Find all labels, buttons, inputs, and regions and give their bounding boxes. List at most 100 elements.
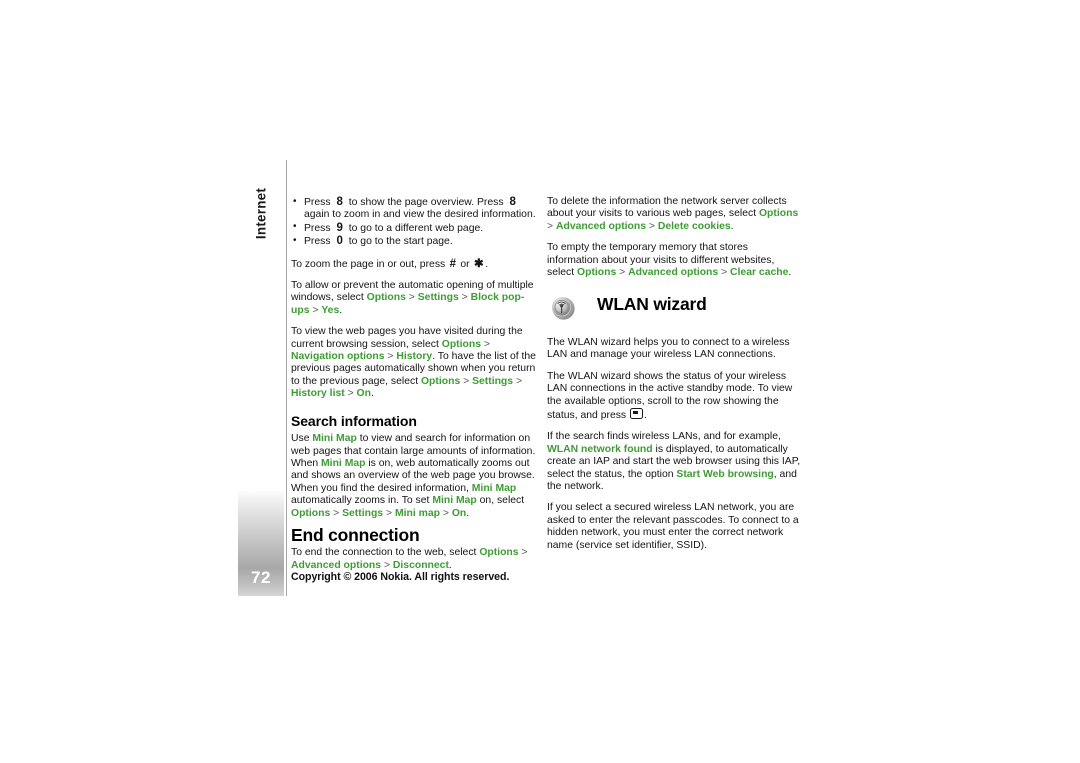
keypad-key-hash: # <box>449 257 457 270</box>
keypad-key-9: 9 <box>336 221 343 234</box>
ui-settings: Settings <box>342 507 384 519</box>
history-text-3: . <box>370 388 374 400</box>
end-connection-paragraph: To end the connection to the web, select… <box>291 547 539 572</box>
popups-text-2: . <box>339 304 343 316</box>
ui-on: On <box>356 388 371 400</box>
wlan-intro-paragraph: The WLAN wizard helps you to connect to … <box>547 337 790 361</box>
cache-text-2: . <box>788 267 792 279</box>
ui-options: Options <box>420 375 461 387</box>
ui-navigation-options: Navigation options <box>291 351 385 363</box>
search-paragraph: Use Mini Map to view and search for info… <box>291 433 539 520</box>
ui-start-web-browsing: Start Web browsing <box>676 468 774 480</box>
search-text-5: on, select <box>476 495 525 507</box>
page-number: 72 <box>251 568 271 587</box>
ui-options: Options <box>758 208 799 220</box>
ui-advanced-options: Advanced options <box>555 220 647 232</box>
wlan-wizard-section-header: WLAN wizard <box>547 292 801 326</box>
history-paragraph: To view the web pages you have visited d… <box>291 326 539 400</box>
right-text-column: To delete the information the network se… <box>547 196 801 288</box>
separator: > <box>646 220 658 232</box>
separator: > <box>547 220 556 232</box>
ui-on: On <box>451 507 467 519</box>
bullet-2-mid: to go to a different web page. <box>348 222 484 234</box>
separator: > <box>439 507 452 519</box>
popups-paragraph: To allow or prevent the automatic openin… <box>291 280 539 317</box>
cookies-text-1: To delete the information the network se… <box>547 196 787 220</box>
separator: > <box>480 338 490 350</box>
separator: > <box>309 304 322 316</box>
separator: > <box>330 507 343 519</box>
ui-mini-map: Mini Map <box>471 482 517 494</box>
search-text-6: . <box>466 507 470 519</box>
end-text-1: To end the connection to the web, select <box>291 547 480 559</box>
separator: > <box>405 292 418 304</box>
cache-paragraph: To empty the temporary memory that store… <box>547 242 801 279</box>
ui-yes: Yes <box>321 304 340 316</box>
wlan-status-text-2: . <box>644 410 647 422</box>
heading-end-connection: End connection <box>291 524 420 545</box>
wlan-secured-paragraph: If you select a secured wireless LAN net… <box>547 502 799 551</box>
separator: > <box>718 267 731 279</box>
ui-delete-cookies: Delete cookies <box>657 220 731 232</box>
list-item: Press 9 to go to a different web page. <box>291 221 539 235</box>
left-text-column: Press 8 to show the page overview. Press… <box>291 196 539 581</box>
ui-options: Options <box>441 338 481 350</box>
cookies-text-2: . <box>730 220 734 232</box>
bullet-3-pre: Press <box>304 236 331 248</box>
separator: > <box>458 292 471 304</box>
chapter-title: Internet <box>253 187 269 240</box>
scroll-key-icon <box>630 408 644 420</box>
ui-mini-map: Mini Map <box>312 433 357 445</box>
wlan-wizard-icon <box>549 294 577 322</box>
ui-mini-map: Mini Map <box>321 457 366 469</box>
bullet-3-mid: to go to the start page. <box>348 236 453 248</box>
keypad-key-8: 8 <box>336 196 343 208</box>
separator: > <box>518 547 528 559</box>
wlan-body-column: The WLAN wizard helps you to connect to … <box>547 337 801 561</box>
page-number-tab: 72 <box>238 490 284 596</box>
end-text-2: . <box>448 559 452 571</box>
ui-options: Options <box>577 267 617 279</box>
chapter-rail: 72 Internet <box>238 160 286 596</box>
ui-clear-cache: Clear cache <box>730 267 789 279</box>
separator: > <box>460 375 473 387</box>
separator: > <box>384 351 397 363</box>
bullet-2-pre: Press <box>304 222 331 234</box>
bullet-1-post: again to zoom in and view the desired in… <box>304 209 536 221</box>
separator: > <box>344 388 357 400</box>
list-item: Press 8 to show the page overview. Press… <box>291 196 539 222</box>
zoom-post: . <box>485 258 489 270</box>
keypad-shortcuts-list: Press 8 to show the page overview. Press… <box>291 196 539 249</box>
wlan-status-text-1: The WLAN wizard shows the status of your… <box>547 370 793 422</box>
ui-history: History <box>396 351 433 363</box>
column-divider-rule <box>286 160 287 596</box>
search-text-1: Use <box>291 433 313 445</box>
wlan-status-paragraph: The WLAN wizard shows the status of your… <box>547 371 801 423</box>
keypad-key-0: 0 <box>336 235 343 248</box>
ui-mini-map: Mini Map <box>432 495 477 507</box>
wlan-found-text-1: If the search finds wireless LANs, and f… <box>547 431 781 443</box>
ui-settings: Settings <box>417 292 459 304</box>
ui-advanced-options: Advanced options <box>628 267 719 279</box>
ui-settings: Settings <box>472 375 514 387</box>
manual-page: 72 Internet Press 8 to show the page ove… <box>0 0 1080 763</box>
separator: > <box>381 559 393 571</box>
ui-options: Options <box>291 507 331 519</box>
separator: > <box>383 507 395 519</box>
zoom-paragraph: To zoom the page in or out, press # or ✱… <box>291 258 539 271</box>
list-item: Press 0 to go to the start page. <box>291 235 539 248</box>
ui-disconnect: Disconnect <box>392 559 449 571</box>
keypad-key-star: ✱ <box>474 257 484 270</box>
ui-wlan-network-found: WLAN network found <box>547 443 653 455</box>
bullet-1-pre: Press <box>304 197 331 208</box>
cookies-paragraph: To delete the information the network se… <box>547 196 801 233</box>
zoom-pre: To zoom the page in or out, press <box>291 258 446 270</box>
heading-search-information: Search information <box>291 412 417 429</box>
ui-options: Options <box>366 292 406 304</box>
ui-advanced-options: Advanced options <box>291 559 382 571</box>
ui-mini-map-setting: Mini map <box>394 507 440 519</box>
ui-options: Options <box>479 547 519 559</box>
copyright-notice: Copyright © 2006 Nokia. All rights reser… <box>291 571 510 583</box>
zoom-mid: or <box>460 258 470 270</box>
bullet-1-mid: to show the page overview. Press <box>348 197 504 208</box>
